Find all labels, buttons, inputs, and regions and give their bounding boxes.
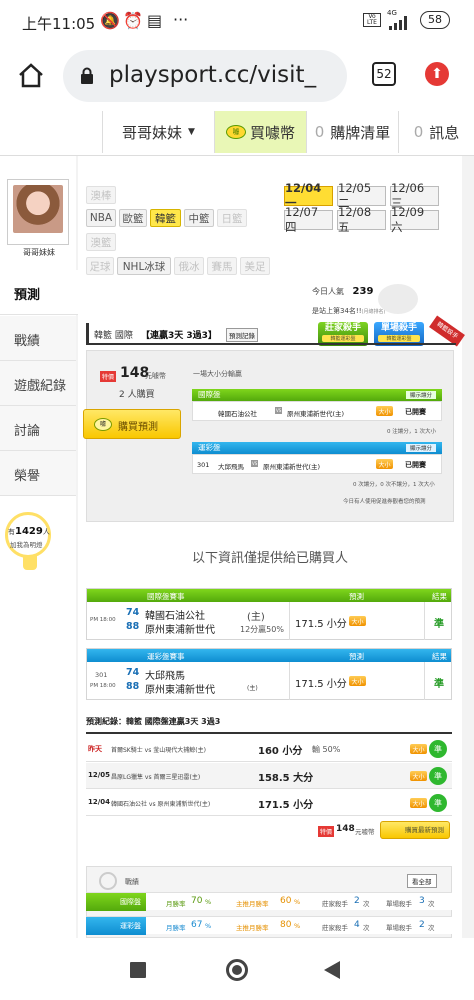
- home-icon[interactable]: [17, 62, 45, 88]
- price-tag: 特價: [100, 371, 117, 382]
- offer-box: 特價 148 元噱幣 2 人購買 噱 購買預測 一場大小分輸贏 國際盤 顯示讓分…: [83, 350, 454, 522]
- view-all-button[interactable]: 看全部: [407, 874, 437, 888]
- sidebar-item-discussion[interactable]: 討論: [0, 406, 76, 451]
- sports-show-spread[interactable]: 顯示讓分: [405, 444, 436, 452]
- history-row: 昨天 首爾SK騎士 vs 釜山現代大捕鯨(主) 160 小分 輸 50% 大小 …: [86, 736, 452, 762]
- fans-label: 加我為明燈: [10, 541, 43, 549]
- sport-soccer[interactable]: 足球: [86, 257, 114, 275]
- sports-result-table: 運彩盤賽事 預測 結果 301 PM 18:00 74 88 大邱飛馬 原州東浦…: [86, 648, 452, 700]
- tab-switcher-button[interactable]: 52: [372, 62, 396, 86]
- predict-header: 韓籃 國際 【連贏3天 3過3】 預測記錄: [86, 323, 456, 345]
- popularity-rank: 是站上第34名!!(月總排名): [312, 307, 386, 315]
- history-row: 12/05 昌原LG獵隼 vs 首爾三星迅雷(主) 158.5 大分 大小 準: [86, 763, 452, 789]
- sport-china-basketball[interactable]: 中籃: [184, 209, 214, 227]
- update-icon[interactable]: ⬆: [425, 62, 449, 86]
- history-title: 預測紀錄：韓籃 國際盤連贏3天 3過3: [86, 717, 221, 726]
- sidebar-item-game-log[interactable]: 遊戲紀錄: [0, 361, 76, 406]
- info-title: 以下資訊僅提供給已購買人: [191, 551, 348, 566]
- date-button-1209[interactable]: 12/09 六: [390, 205, 439, 234]
- recent-apps-button[interactable]: [130, 962, 146, 978]
- bulb-base: [23, 556, 37, 570]
- alarm-icon: ⏰: [123, 11, 143, 30]
- cart-label: 購牌清單: [330, 123, 391, 142]
- volte-icon: Vo LTE: [363, 13, 381, 27]
- buy-latest-button[interactable]: 購買最新預測: [380, 821, 450, 839]
- intl-result-table: 國際盤賽事 預測 結果 PM 18:00 74 88 韓國石油公社 原州東浦新世…: [86, 588, 452, 640]
- sport-horse-racing[interactable]: 賽馬: [207, 257, 237, 275]
- sports-game-row: 301 大邱飛馬 VS 原州東浦新世代(主) 大小 已開賽: [192, 454, 442, 474]
- offer-desc: 一場大小分輸贏: [193, 370, 242, 378]
- sidebar-item-record[interactable]: 戰績: [0, 316, 76, 361]
- popularity: 今日人氣 239: [312, 286, 374, 297]
- date-button-1206[interactable]: 12/06 三: [390, 181, 439, 210]
- more-icon: ···: [173, 10, 189, 29]
- browser-toolbar: playsport.cc/visit_ 52 ⬆: [0, 44, 474, 106]
- fans-count-line: 有1429人: [8, 526, 50, 537]
- history-price-tag: 特價: [318, 826, 335, 837]
- sport-eu-basketball[interactable]: 歐籃: [119, 209, 147, 227]
- intl-game-row: 韓國石油公社 VS 原州東浦新世代(主) 大小 已開賽: [192, 401, 442, 421]
- home-nav-button[interactable]: [226, 959, 248, 981]
- page-content: 哥哥妹妹 預測 戰績 遊戲紀錄 討論 榮譽 有1429人 加我為明燈 澳棒 NB…: [0, 156, 474, 938]
- system-nav-bar: [0, 938, 474, 1000]
- sport-russia-hockey[interactable]: 俄冰: [174, 257, 204, 275]
- url-bar[interactable]: playsport.cc/visit_: [63, 50, 347, 102]
- avatar-image: [13, 185, 63, 233]
- sport-aus-basketball[interactable]: 澳籃: [86, 233, 116, 251]
- main-panel: 澳棒 NBA 歐籃 韓籃 中籃 日籃 澳籃 足球 NHL冰球 俄冰 賽馬 美足 …: [78, 156, 465, 938]
- mute-icon: 🔕: [100, 11, 120, 30]
- sport-korea-basketball[interactable]: 韓籃: [150, 209, 181, 227]
- stats-row-intl: 國際盤 月勝率 70 % 主推月勝率 60 % 莊家殺手 2 次 單場殺手 3 …: [86, 892, 452, 911]
- avatar[interactable]: [7, 179, 69, 245]
- sidebar-username: 哥哥妹妹: [23, 248, 55, 257]
- date-button-1208[interactable]: 12/08 五: [337, 205, 386, 234]
- cart-count: 0: [314, 123, 325, 141]
- sport-japan-basketball[interactable]: 日籃: [217, 209, 247, 227]
- splash-decoration: [378, 284, 418, 314]
- lock-icon: [81, 67, 93, 84]
- site-topnav: 哥哥妹妹 ▼ 噱 買噱幣 0 購牌清單 0 訊息: [0, 106, 474, 156]
- intl-show-spread[interactable]: 顯示讓分: [405, 391, 436, 399]
- target-icon: [99, 872, 117, 890]
- buy-prediction-button[interactable]: 噱 購買預測: [83, 409, 181, 439]
- buy-coins-button[interactable]: 噱 買噱幣: [214, 111, 306, 153]
- history-row: 12/04 韓國石油公社 vs 原州東浦新世代(主) 171.5 小分 大小 準: [86, 790, 452, 816]
- history-table: 昨天 首爾SK騎士 vs 釜山現代大捕鯨(主) 160 小分 輸 50% 大小 …: [86, 732, 452, 816]
- caret-down-icon: ▼: [188, 127, 195, 137]
- coin-icon: 噱: [94, 418, 112, 431]
- buy-coins-label: 買噱幣: [249, 123, 295, 142]
- buyer-count: 2 人購買: [119, 390, 155, 400]
- signal-icon: [389, 16, 407, 30]
- user-menu[interactable]: 哥哥妹妹 ▼: [102, 111, 214, 153]
- sport-nhl[interactable]: NHL冰球: [117, 257, 171, 275]
- back-button[interactable]: [323, 960, 341, 980]
- msg-label: 訊息: [429, 123, 460, 142]
- sidebar-item-honor[interactable]: 榮譽: [0, 451, 76, 496]
- news-icon: ▤: [147, 11, 163, 30]
- date-button-1205[interactable]: 12/05 二: [337, 181, 386, 210]
- sidebar-item-predict[interactable]: 預測: [0, 270, 78, 315]
- coin-icon: 噱: [225, 125, 246, 139]
- date-button-1207[interactable]: 12/07 四: [284, 205, 333, 234]
- sport-american-football[interactable]: 美足: [240, 257, 270, 275]
- battery-icon: 58: [420, 11, 450, 29]
- record-button[interactable]: 預測記錄: [226, 328, 258, 342]
- sport-aus-baseball[interactable]: 澳棒: [86, 186, 116, 204]
- status-time: 上午11:05: [22, 15, 96, 33]
- left-sidebar: 哥哥妹妹 預測 戰績 遊戲紀錄 討論 榮譽 有1429人 加我為明燈: [0, 156, 78, 938]
- stats-row-sports: 運彩盤 月勝率 67 % 主推月勝率 80 % 莊家殺手 4 次 單場殺手 2 …: [86, 916, 452, 935]
- status-bar: 上午11:05 🔕 ⏰ ▤ ··· Vo LTE 4G 58: [0, 0, 474, 44]
- date-button-1204[interactable]: 12/04 一: [284, 181, 333, 210]
- messages-button[interactable]: 0 訊息: [398, 111, 474, 153]
- url-text: playsport.cc/visit_: [109, 62, 317, 88]
- user-menu-label: 哥哥妹妹: [122, 123, 183, 142]
- sport-nba[interactable]: NBA: [86, 209, 116, 227]
- intl-header: 國際盤 顯示讓分: [192, 389, 442, 401]
- sports-header: 運彩盤 顯示讓分: [192, 442, 442, 454]
- cart-button[interactable]: 0 購牌清單: [306, 111, 398, 153]
- msg-count: 0: [413, 123, 424, 141]
